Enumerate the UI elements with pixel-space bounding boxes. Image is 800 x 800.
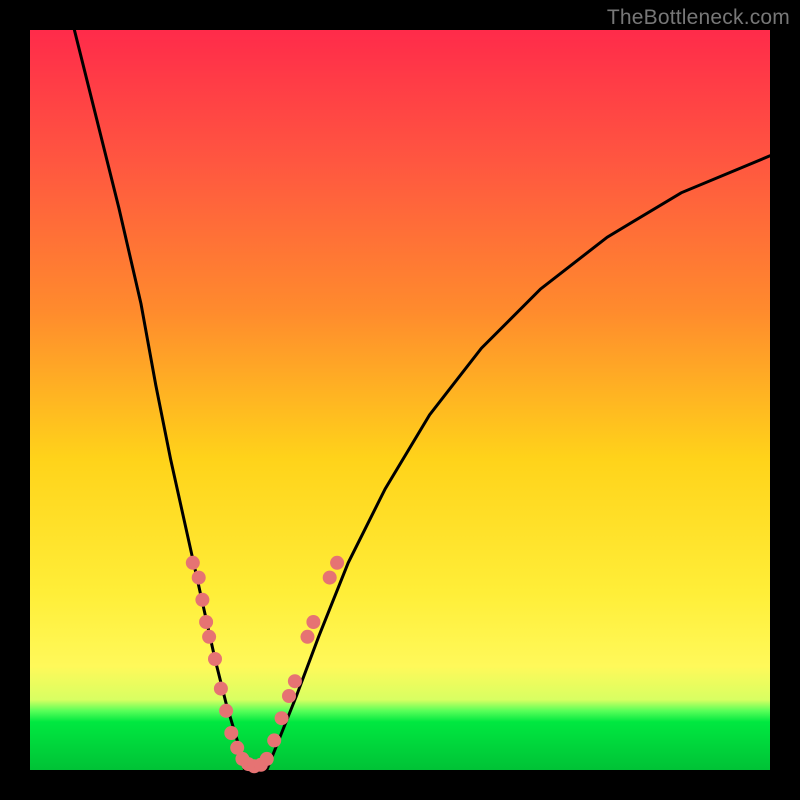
scatter-dot — [260, 752, 274, 766]
scatter-dots — [186, 556, 344, 774]
scatter-dot — [275, 711, 289, 725]
plot-area — [30, 30, 770, 770]
scatter-dot — [208, 652, 222, 666]
scatter-dot — [214, 682, 228, 696]
scatter-dot — [330, 556, 344, 570]
scatter-dot — [301, 630, 315, 644]
curve-lines — [74, 30, 770, 770]
scatter-dot — [282, 689, 296, 703]
chart-frame: TheBottleneck.com — [0, 0, 800, 800]
scatter-dot — [267, 733, 281, 747]
scatter-dot — [192, 571, 206, 585]
scatter-dot — [202, 630, 216, 644]
scatter-dot — [323, 571, 337, 585]
scatter-dot — [199, 615, 213, 629]
scatter-dot — [288, 674, 302, 688]
watermark-text: TheBottleneck.com — [607, 6, 790, 30]
curve-right-branch — [267, 156, 770, 770]
scatter-dot — [219, 704, 233, 718]
scatter-dot — [186, 556, 200, 570]
chart-svg — [30, 30, 770, 770]
scatter-dot — [195, 593, 209, 607]
scatter-dot — [306, 615, 320, 629]
scatter-dot — [224, 726, 238, 740]
